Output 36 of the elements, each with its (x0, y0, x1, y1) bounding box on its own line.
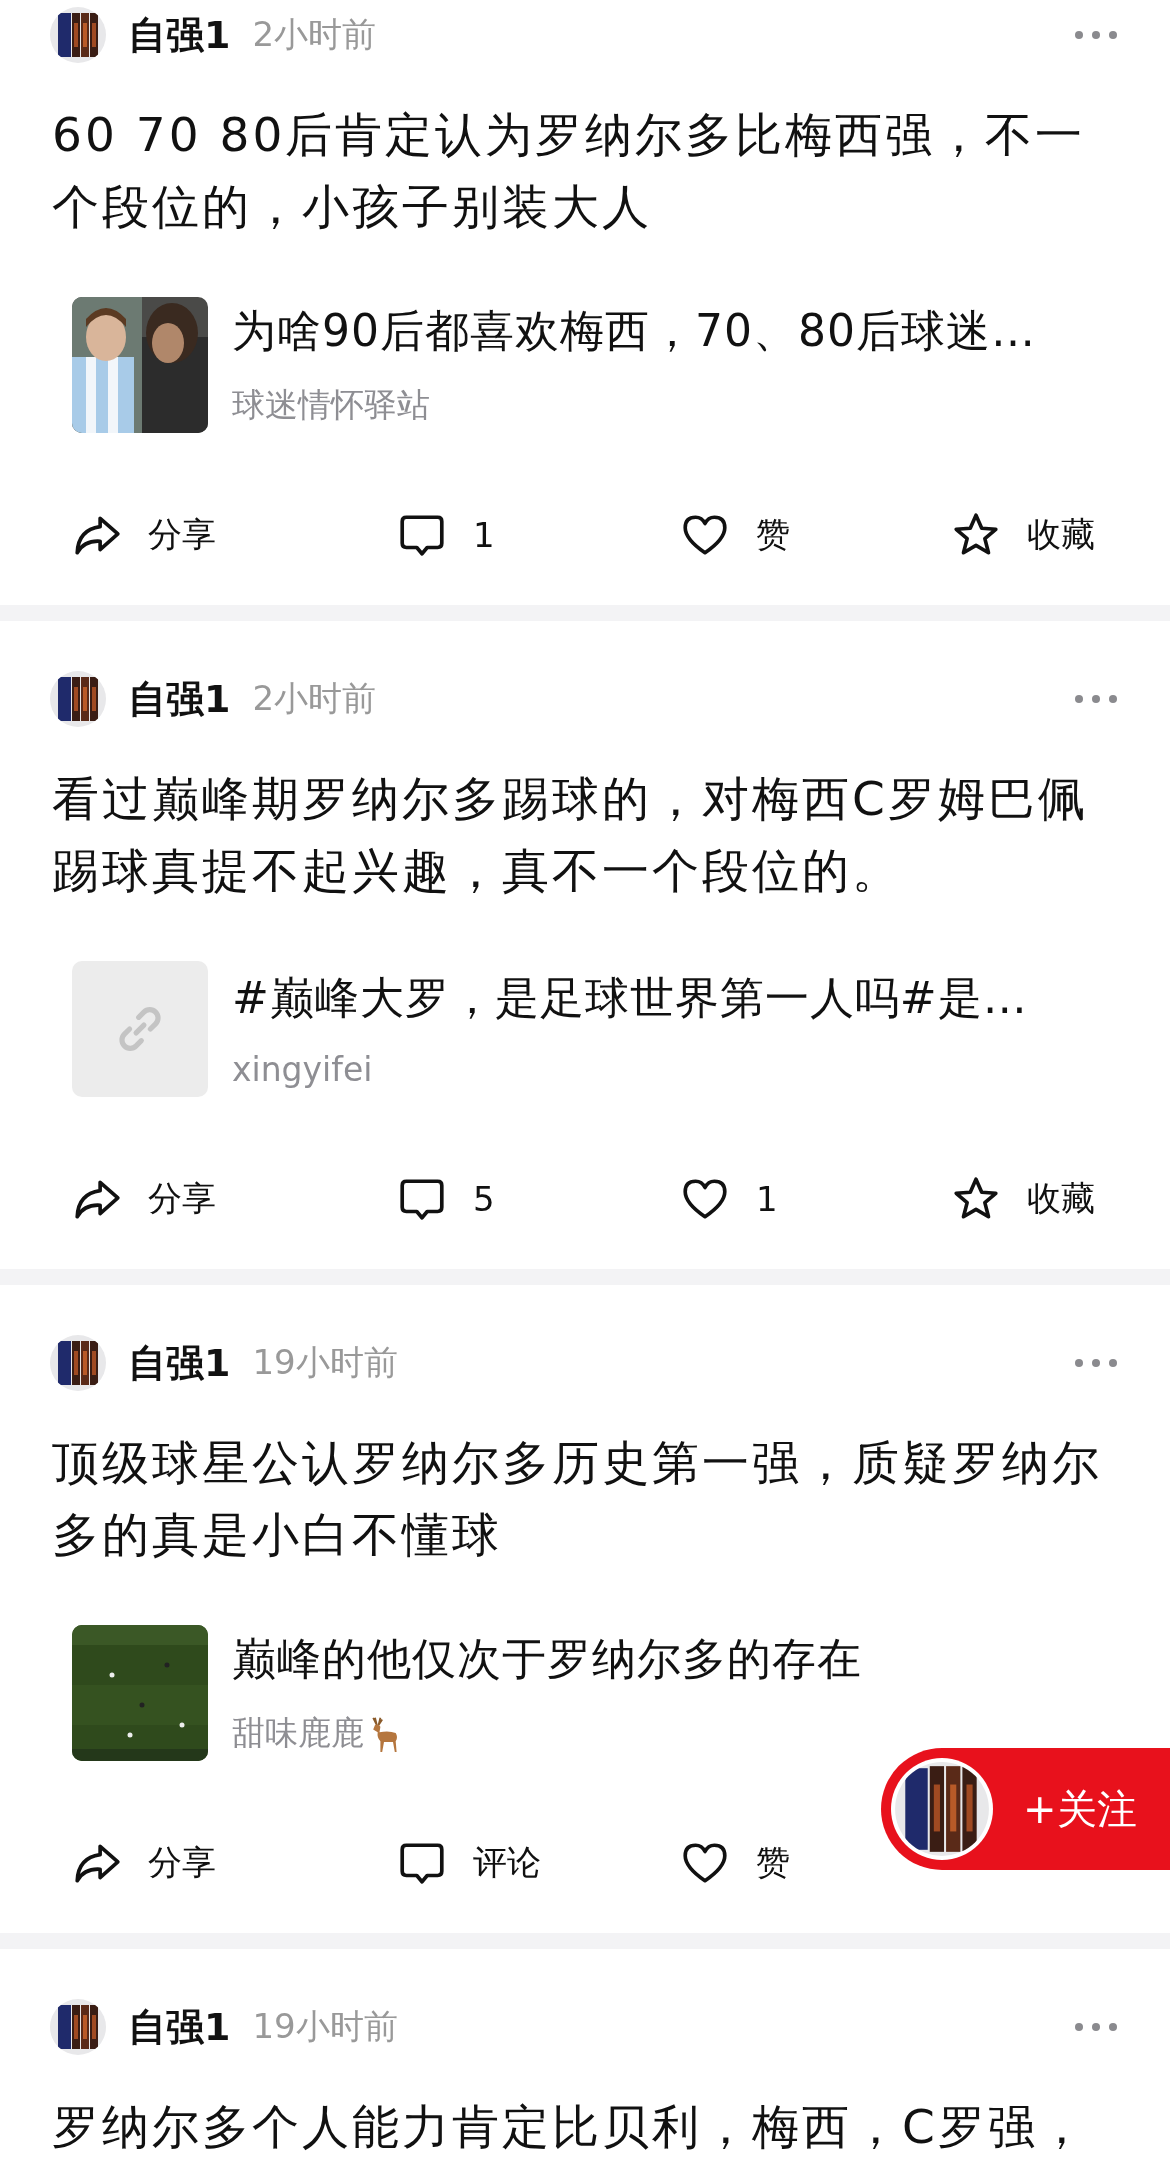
like-button[interactable]: 赞 (680, 1838, 790, 1888)
post-time: 2小时前 (252, 677, 377, 720)
link-card[interactable]: 为啥90后都喜欢梅西，70、80后球迷… 球迷情怀驿站 (72, 295, 1118, 435)
comment-button[interactable]: 5 (397, 1174, 495, 1224)
more-icon[interactable] (1074, 30, 1118, 40)
more-icon[interactable] (1074, 2022, 1118, 2032)
more-icon[interactable] (1074, 1358, 1118, 1368)
comment-button[interactable]: 1 (397, 510, 495, 560)
comment-button[interactable]: 评论 (397, 1838, 541, 1888)
post-text: 看过巅峰期罗纳尔多踢球的，对梅西C罗姆巴佩踢球真提不起兴趣，真不一个段位的。 (52, 770, 1089, 900)
follow-button[interactable]: +关注 (881, 1748, 1170, 1870)
like-button[interactable]: 赞 (680, 510, 790, 560)
more-icon[interactable] (1074, 694, 1118, 704)
like-button[interactable]: 1 (680, 1174, 778, 1224)
share-button[interactable]: 分享 (72, 1174, 216, 1224)
post-time: 19小时前 (252, 1341, 398, 1384)
favorite-button[interactable]: 收藏 (951, 510, 1095, 560)
author-name[interactable]: 自强1 (128, 2001, 231, 2053)
card-title: 巅峰的他仅次于罗纳尔多的存在 (232, 1632, 862, 1686)
post-time: 19小时前 (252, 2005, 398, 2048)
favorite-button[interactable]: 收藏 (951, 1174, 1095, 1224)
post-text: 60 70 80后肯定认为罗纳尔多比梅西强，不一个段位的，小孩子别装大人 (52, 106, 1087, 236)
post-text: 罗纳尔多个人能力肯定比贝利，梅西，C罗强， (52, 2098, 1089, 2156)
link-card[interactable]: #巅峰大罗，是足球世界第一人吗#是… xingyifei (72, 959, 1118, 1099)
post-text: 顶级球星公认罗纳尔多历史第一强，质疑罗纳尔多的真是小白不懂球 (52, 1434, 1103, 1564)
card-source: 甜味鹿鹿 (232, 1712, 364, 1754)
card-source: 球迷情怀驿站 (232, 384, 430, 426)
post-time: 2小时前 (252, 13, 377, 56)
share-button[interactable]: 分享 (72, 510, 216, 560)
card-source: xingyifei (232, 1050, 373, 1089)
card-title: 为啥90后都喜欢梅西，70、80后球迷… (232, 304, 1036, 358)
card-title: #巅峰大罗，是足球世界第一人吗#是… (232, 971, 1028, 1025)
author-name[interactable]: 自强1 (128, 673, 231, 725)
author-name[interactable]: 自强1 (128, 9, 231, 61)
share-button[interactable]: 分享 (72, 1838, 216, 1888)
author-name[interactable]: 自强1 (128, 1337, 231, 1389)
